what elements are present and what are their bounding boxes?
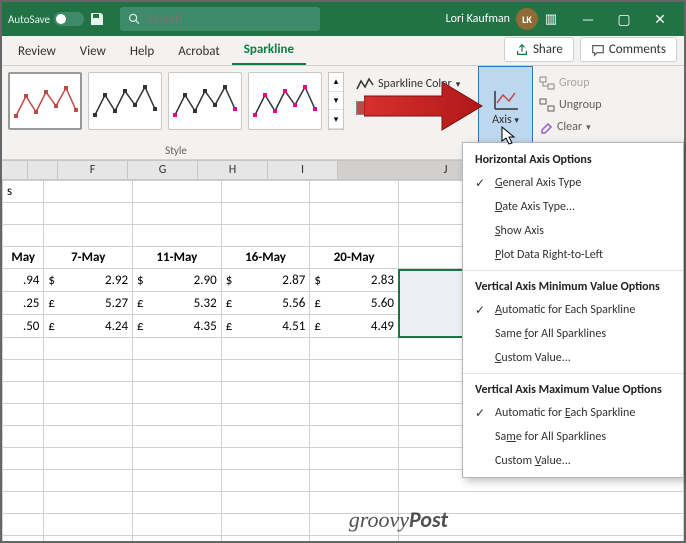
col-header-H[interactable]: H (198, 160, 268, 180)
share-button[interactable]: Share (504, 37, 574, 62)
style-thumb-2[interactable] (88, 72, 162, 130)
menu-item-date-axis[interactable]: Date Axis Type... (463, 195, 683, 219)
save-icon[interactable] (84, 6, 110, 32)
tab-sparkline[interactable]: Sparkline (232, 36, 306, 65)
group-icon (539, 76, 555, 90)
col-header-I[interactable]: I (268, 160, 338, 180)
menu-item-show-axis[interactable]: Show Axis (463, 219, 683, 243)
tab-view[interactable]: View (68, 38, 118, 65)
search-input[interactable] (147, 12, 312, 27)
tab-acrobat[interactable]: Acrobat (166, 38, 232, 65)
comment-icon (591, 43, 605, 57)
titlebar: AutoSave Lori Kaufman LK ▥ — ▢ ✕ (2, 2, 684, 36)
menu-item-min-auto[interactable]: Automatic for Each Sparkline (463, 298, 683, 322)
style-thumb-4[interactable] (248, 72, 322, 130)
menu-item-min-custom[interactable]: Custom Value... (463, 346, 683, 370)
color-group: Sparkline Color ▾ Marker Color (350, 66, 478, 159)
toggle-off-icon (54, 12, 84, 26)
window-buttons: — ▢ ✕ (570, 2, 678, 36)
style-gallery-nav[interactable]: ▴▾▾ (328, 72, 344, 130)
col-header-F[interactable]: F (58, 160, 128, 180)
menu-item-max-same[interactable]: Same for All Sparklines (463, 425, 683, 449)
search-box[interactable] (120, 7, 320, 31)
share-icon (515, 43, 529, 57)
line-color-icon (356, 77, 374, 91)
col-header-partial[interactable] (28, 160, 58, 180)
minimize-button[interactable]: — (570, 2, 606, 36)
menu-item-rtl[interactable]: Plot Data Right-to-Left (463, 243, 683, 267)
user-name: Lori Kaufman (446, 12, 510, 26)
ribbon-display-icon[interactable]: ▥ (538, 6, 564, 32)
menu-header-max: Vertical Axis Maximum Value Options (463, 377, 683, 401)
menu-item-min-same[interactable]: Same for All Sparklines (463, 322, 683, 346)
menu-item-general-axis[interactable]: General Axis Type (463, 171, 683, 195)
avatar: LK (516, 8, 538, 30)
close-button[interactable]: ✕ (642, 2, 678, 36)
menu-item-max-auto[interactable]: Automatic for Each Sparkline (463, 401, 683, 425)
ungroup-icon (539, 98, 555, 112)
menu-header-horizontal: Horizontal Axis Options (463, 147, 683, 171)
user-account[interactable]: Lori Kaufman LK (446, 8, 538, 30)
style-thumb-3[interactable] (168, 72, 242, 130)
autosave-label: AutoSave (8, 13, 50, 26)
style-group-label: Style (2, 144, 350, 157)
clear-button[interactable]: Clear ▾ (539, 116, 678, 138)
maximize-button[interactable]: ▢ (606, 2, 642, 36)
tab-help[interactable]: Help (118, 38, 166, 65)
menu-header-min: Vertical Axis Minimum Value Options (463, 274, 683, 298)
marker-color-button[interactable]: Marker Color (356, 96, 472, 120)
style-thumb-1[interactable] (8, 72, 82, 130)
marker-color-icon (356, 101, 370, 115)
group-button[interactable]: Group (539, 72, 678, 94)
sparkline-color-button[interactable]: Sparkline Color ▾ (356, 72, 472, 96)
ribbon-tabs: Review View Help Acrobat Sparkline Share… (2, 36, 684, 66)
watermark: groovyPost (349, 506, 448, 533)
col-header-G[interactable]: G (128, 160, 198, 180)
style-group: ▴▾▾ Style (2, 66, 350, 159)
search-icon (128, 12, 141, 26)
tab-review[interactable]: Review (6, 38, 68, 65)
axis-menu: Horizontal Axis Options General Axis Typ… (462, 142, 684, 478)
comments-button[interactable]: Comments (580, 37, 677, 62)
autosave-toggle[interactable]: AutoSave (8, 12, 84, 26)
ungroup-button[interactable]: Ungroup (539, 94, 678, 116)
menu-item-max-custom[interactable]: Custom Value... (463, 449, 683, 473)
axis-icon (492, 89, 520, 111)
eraser-icon (539, 120, 553, 134)
col-header-stub[interactable] (2, 160, 28, 180)
